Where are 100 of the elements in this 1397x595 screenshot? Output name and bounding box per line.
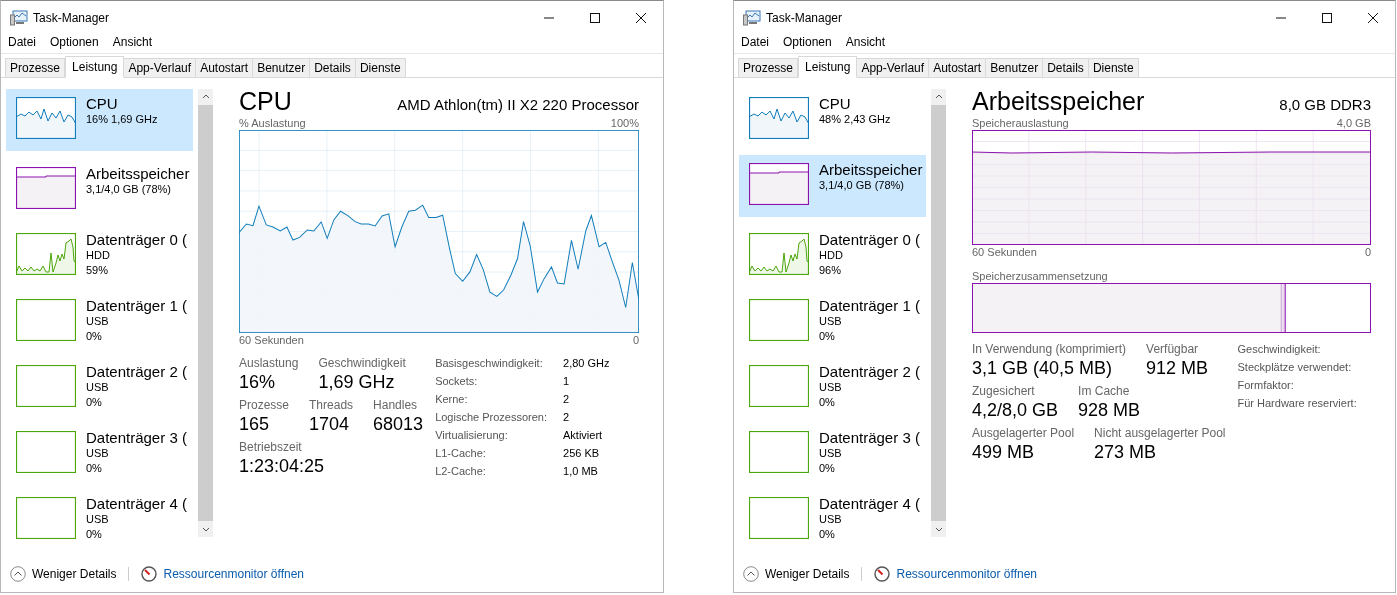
disk-graph-icon (16, 497, 76, 539)
tab[interactable]: Details (1043, 58, 1089, 78)
chart-label: 60 Sekunden (239, 333, 304, 347)
sidebar-item[interactable]: Datenträger 0 ( HDD 59% (6, 225, 193, 283)
sidebar-item[interactable]: Datenträger 2 ( USB 0% (6, 357, 193, 415)
item-name: Arbeitsspeicher (819, 161, 923, 178)
disk-graph-icon (749, 431, 809, 473)
chart-label: 60 Sekunden (972, 245, 1037, 259)
tab[interactable]: Benutzer (986, 58, 1044, 78)
disk-graph-icon (16, 299, 76, 341)
chevron-up-icon[interactable] (201, 93, 210, 99)
resource-monitor-link[interactable]: Ressourcenmonitor öffnen (896, 567, 1037, 581)
sidebar-item[interactable]: Datenträger 1 ( USB 0% (739, 291, 926, 349)
chart-label: Speicherauslastung (972, 116, 1069, 130)
gauge-icon[interactable] (141, 566, 158, 582)
menu-item[interactable]: Optionen (783, 35, 832, 49)
menu-item[interactable]: Datei (8, 35, 36, 49)
menu-item[interactable]: Ansicht (845, 35, 886, 49)
sidebar-item[interactable]: Arbeitsspeicher 3,1/4,0 GB (78%) (739, 155, 926, 217)
sidebar-item[interactable]: Datenträger 2 ( USB 0% (739, 357, 926, 415)
stat-value: 499 MB (972, 441, 1036, 464)
maximize-icon[interactable] (1321, 12, 1333, 24)
disk-graph-icon (16, 431, 76, 473)
chevron-down-icon[interactable] (934, 527, 943, 533)
memory-graph-icon (749, 163, 809, 205)
stat-value: 1704 (309, 413, 351, 436)
stat-label: In Verwendung (komprimiert) (972, 342, 1127, 356)
cpu-graph-icon (16, 97, 76, 139)
close-icon[interactable] (635, 12, 647, 24)
tab[interactable]: App-Verlauf (124, 58, 197, 78)
sidebar-item[interactable]: Datenträger 4 ( USB 0% (739, 489, 926, 547)
item-detail: 0% (86, 395, 103, 410)
tab[interactable]: Dienste (1088, 58, 1139, 78)
chart-label: % Auslastung (239, 116, 306, 130)
tab[interactable]: Leistung (798, 56, 858, 78)
item-detail: 0% (819, 527, 836, 542)
item-name: Datenträger 1 ( (86, 297, 187, 314)
item-name: Datenträger 2 ( (819, 363, 920, 380)
close-icon[interactable] (1367, 12, 1379, 24)
item-name: Arbeitsspeicher (86, 165, 190, 182)
item-detail: HDD (86, 248, 111, 263)
chevron-up-icon[interactable] (934, 93, 943, 99)
detail-value: 1 (563, 374, 571, 389)
stat-label: Handles (373, 398, 419, 412)
menu-item[interactable]: Ansicht (112, 35, 153, 49)
chart-label: 0 (632, 333, 639, 347)
stat-label: Auslastung (239, 356, 299, 370)
menu-item[interactable]: Optionen (50, 35, 99, 49)
stat-value: 68013 (373, 413, 424, 436)
panel-subtitle: AMD Athlon(tm) II X2 220 Processor (397, 96, 639, 113)
tab[interactable]: Benutzer (253, 58, 311, 78)
detail-label: L2-Cache: (435, 464, 487, 479)
item-detail: 3,1/4,0 GB (78%) (86, 182, 172, 197)
disk-graph-icon (749, 497, 809, 539)
stat-value: 1:23:04:25 (239, 455, 325, 478)
item-detail: USB (86, 512, 110, 527)
sidebar-item[interactable]: CPU 48% 2,43 GHz (739, 89, 926, 147)
tab[interactable]: Autostart (929, 58, 987, 78)
stat-label: Betriebszeit (239, 440, 303, 454)
detail-label: Logische Prozessoren: (435, 410, 548, 425)
item-name: Datenträger 1 ( (819, 297, 920, 314)
sidebar-item[interactable]: Arbeitsspeicher 3,1/4,0 GB (78%) (6, 159, 193, 217)
collapse-icon[interactable] (743, 566, 759, 582)
collapse-icon[interactable] (10, 566, 26, 582)
sidebar-item[interactable]: Datenträger 1 ( USB 0% (6, 291, 193, 349)
tab[interactable]: Autostart (196, 58, 254, 78)
tab[interactable]: Dienste (355, 58, 406, 78)
tab[interactable]: App-Verlauf (857, 58, 930, 78)
fewer-details-button[interactable]: Weniger Details (765, 567, 850, 581)
item-detail: 16% 1,69 GHz (86, 112, 158, 127)
stat-value: 16% (239, 371, 277, 394)
detail-label: Steckplätze verwendet: (1237, 360, 1353, 375)
detail-value: 256 KB (563, 446, 601, 461)
menu-item[interactable]: Datei (741, 35, 769, 49)
stat-value: 273 MB (1094, 441, 1158, 464)
memory-graph-icon (16, 167, 76, 209)
sidebar-item[interactable]: Datenträger 4 ( USB 0% (6, 489, 193, 547)
sidebar-item[interactable]: CPU 16% 1,69 GHz (6, 89, 193, 151)
sidebar-item[interactable]: Datenträger 3 ( USB 0% (6, 423, 193, 481)
tab[interactable]: Prozesse (738, 58, 799, 78)
item-detail: USB (819, 314, 843, 329)
sidebar-item[interactable]: Datenträger 0 ( HDD 96% (739, 225, 926, 283)
maximize-icon[interactable] (589, 12, 601, 24)
gauge-icon[interactable] (874, 566, 891, 582)
resource-monitor-link[interactable]: Ressourcenmonitor öffnen (163, 567, 304, 581)
item-detail: 0% (819, 395, 836, 410)
item-name: Datenträger 4 ( (86, 495, 187, 512)
stat-label: Nicht ausgelagerter Pool (1094, 426, 1226, 440)
tab[interactable]: Prozesse (5, 58, 66, 78)
stat-label: Verfügbar (1146, 342, 1200, 356)
disk-graph-icon (16, 365, 76, 407)
detail-label: Geschwindigkeit: (1237, 342, 1322, 357)
fewer-details-button[interactable]: Weniger Details (32, 567, 117, 581)
stat-value: 928 MB (1078, 399, 1141, 422)
chevron-down-icon[interactable] (201, 527, 210, 533)
tab[interactable]: Details (310, 58, 356, 78)
item-name: Datenträger 0 ( (819, 231, 920, 248)
stat-value: 1,69 GHz (318, 371, 396, 394)
tab[interactable]: Leistung (65, 56, 125, 78)
sidebar-item[interactable]: Datenträger 3 ( USB 0% (739, 423, 926, 481)
